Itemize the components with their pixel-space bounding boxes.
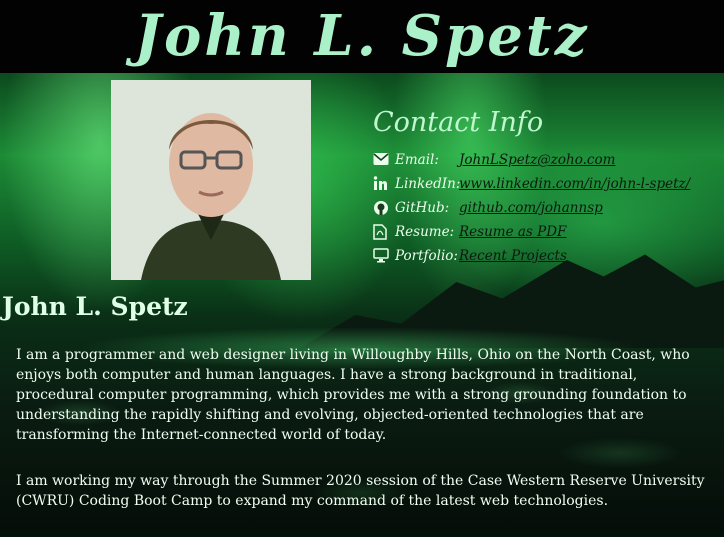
email-link[interactable]: JohnLSpetz@zoho.com bbox=[459, 152, 615, 168]
linkedin-link[interactable]: www.linkedin.com/in/john-l-spetz/ bbox=[459, 176, 690, 192]
profile-photo bbox=[111, 80, 311, 280]
resume-label: Resume: bbox=[395, 224, 455, 240]
bio-paragraph: I am a programmer and web designer livin… bbox=[16, 347, 690, 443]
email-label: Email: bbox=[395, 152, 439, 168]
site-header: John L. Spetz bbox=[0, 0, 724, 73]
github-label: GitHub: bbox=[395, 200, 450, 216]
contact-row-github: GitHub: github.com/johannsp bbox=[373, 196, 713, 220]
linkedin-label: LinkedIn: bbox=[395, 176, 461, 192]
site-title: John L. Spetz bbox=[134, 3, 590, 69]
about-name-heading: John L. Spetz bbox=[2, 292, 188, 321]
contact-row-linkedin: LinkedIn: www.linkedin.com/in/john-l-spe… bbox=[373, 172, 713, 196]
bio-paragraph: I am working my way through the Summer 2… bbox=[16, 473, 705, 509]
pdf-file-icon bbox=[373, 224, 391, 240]
github-icon bbox=[373, 200, 391, 216]
monitor-icon bbox=[373, 248, 391, 264]
portfolio-label: Portfolio: bbox=[395, 248, 458, 264]
contact-info: Contact Info Email: JohnLSpetz@zoho.com … bbox=[373, 106, 713, 268]
resume-link[interactable]: Resume as PDF bbox=[459, 224, 566, 240]
contact-title: Contact Info bbox=[373, 107, 544, 138]
contact-row-portfolio: Portfolio: Recent Projects bbox=[373, 244, 713, 268]
contact-row-email: Email: JohnLSpetz@zoho.com bbox=[373, 148, 713, 172]
portrait-image bbox=[111, 80, 311, 280]
bio-section: I am a programmer and web designer livin… bbox=[16, 345, 716, 537]
portfolio-link[interactable]: Recent Projects bbox=[459, 248, 567, 264]
github-link[interactable]: github.com/johannsp bbox=[459, 200, 603, 216]
linkedin-icon bbox=[373, 176, 391, 192]
contact-row-resume: Resume: Resume as PDF bbox=[373, 220, 713, 244]
envelope-icon bbox=[373, 152, 391, 168]
